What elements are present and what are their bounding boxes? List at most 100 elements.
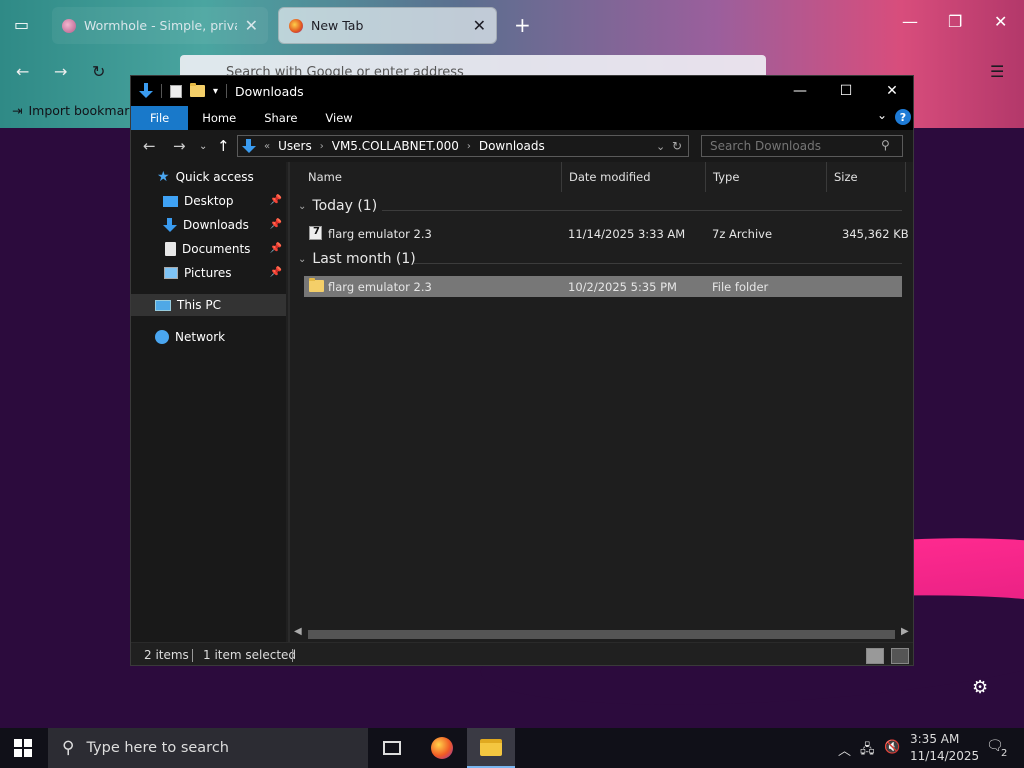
- separator: [161, 84, 162, 98]
- scrollbar-thumb[interactable]: [308, 630, 895, 639]
- address-dropdown-icon[interactable]: ⌄: [656, 140, 665, 153]
- browser-close-icon[interactable]: ✕: [994, 12, 1007, 31]
- file-date: 10/2/2025 5:35 PM: [568, 280, 677, 294]
- taskbar-search[interactable]: ⚲ Type here to search: [48, 728, 368, 768]
- file-type: File folder: [712, 280, 769, 294]
- network-icon: [155, 330, 169, 344]
- separator: [192, 649, 193, 662]
- windows-start-icon[interactable]: [14, 739, 32, 757]
- breadcrumb[interactable]: « Users › VM5.COLLABNET.000 › Downloads …: [237, 135, 689, 157]
- group-header-last-month[interactable]: ⌄ Last month (1): [298, 251, 416, 267]
- breadcrumb-user-folder[interactable]: VM5.COLLABNET.000: [332, 139, 459, 153]
- column-name[interactable]: Name: [300, 162, 562, 192]
- nav-network[interactable]: Network: [131, 326, 286, 348]
- large-icons-view-icon[interactable]: [891, 648, 909, 664]
- task-view-button[interactable]: [368, 728, 416, 768]
- chevron-right-icon[interactable]: ›: [467, 141, 471, 152]
- column-type[interactable]: Type: [705, 162, 827, 192]
- scroll-right-icon[interactable]: ▶: [901, 626, 909, 637]
- breadcrumb-overflow[interactable]: «: [264, 141, 270, 152]
- pin-icon[interactable]: 📌: [270, 267, 282, 278]
- file-row[interactable]: flarg emulator 2.3 11/14/2025 3:33 AM 7z…: [304, 223, 909, 244]
- tab-view[interactable]: View: [311, 106, 366, 130]
- pictures-icon: [164, 267, 178, 279]
- tab-title: New Tab: [311, 18, 364, 33]
- nav-label: Desktop: [184, 194, 234, 208]
- volume-muted-icon[interactable]: 🔇: [884, 740, 900, 755]
- back-icon[interactable]: ←: [16, 62, 29, 81]
- expand-ribbon-icon[interactable]: ⌄: [877, 108, 887, 122]
- properties-checkmark-icon[interactable]: [170, 84, 182, 98]
- back-icon[interactable]: ←: [143, 137, 156, 155]
- new-tab-plus-icon[interactable]: +: [514, 13, 531, 37]
- folder-icon: [309, 278, 324, 292]
- clock-date[interactable]: 11/14/2025: [910, 749, 979, 763]
- nav-pictures[interactable]: Pictures 📌: [131, 262, 286, 284]
- tab-title: Wormhole - Simple, private file: [84, 18, 237, 33]
- ribbon: File Home Share View ⌄ ?: [131, 106, 913, 130]
- firefox-favicon-icon: [289, 18, 303, 33]
- nav-quick-access[interactable]: ★ Quick access: [131, 166, 286, 188]
- file-row-selected[interactable]: flarg emulator 2.3 10/2/2025 5:35 PM Fil…: [304, 276, 902, 297]
- firefox-taskbar-button[interactable]: [418, 728, 466, 768]
- clock-time[interactable]: 3:35 AM: [910, 732, 959, 746]
- customize-toolbar-icon[interactable]: ▾: [213, 86, 218, 97]
- new-folder-icon[interactable]: [190, 83, 205, 97]
- task-view-icon: [383, 741, 401, 755]
- nav-label: Downloads: [183, 218, 249, 232]
- browser-tab-newtab[interactable]: New Tab ✕: [278, 7, 497, 44]
- browser-minimize-icon[interactable]: —: [902, 12, 918, 31]
- pin-icon[interactable]: 📌: [270, 243, 282, 254]
- nav-label: Quick access: [175, 170, 254, 184]
- explorer-titlebar: ▾ Downloads — ☐ ✕: [131, 76, 913, 106]
- refresh-icon[interactable]: ↻: [672, 139, 682, 153]
- 7z-archive-icon: [309, 226, 322, 240]
- pin-icon[interactable]: 📌: [270, 195, 282, 206]
- search-input[interactable]: [701, 135, 903, 157]
- details-view-icon[interactable]: [866, 648, 884, 664]
- column-date-modified[interactable]: Date modified: [561, 162, 706, 192]
- tab-share[interactable]: Share: [250, 106, 311, 130]
- column-headers: Name Date modified Type Size: [290, 162, 913, 192]
- settings-gear-icon[interactable]: ⚙: [972, 677, 988, 698]
- chevron-right-icon[interactable]: ›: [320, 141, 324, 152]
- column-size[interactable]: Size: [826, 162, 906, 192]
- close-tab-icon[interactable]: ✕: [245, 16, 258, 35]
- chevron-down-icon: ⌄: [298, 253, 307, 265]
- file-explorer-taskbar-button[interactable]: [467, 728, 515, 768]
- separator: [292, 649, 293, 662]
- import-icon: ⇥: [12, 103, 23, 118]
- nav-this-pc[interactable]: This PC: [131, 294, 286, 316]
- reload-icon[interactable]: ↻: [92, 62, 105, 81]
- browser-tab-wormhole[interactable]: Wormhole - Simple, private file ✕: [52, 7, 268, 44]
- horizontal-scrollbar[interactable]: ◀ ▶: [290, 626, 913, 642]
- scroll-left-icon[interactable]: ◀: [294, 626, 302, 637]
- nav-downloads[interactable]: Downloads 📌: [131, 214, 286, 236]
- pin-icon[interactable]: 📌: [270, 219, 282, 230]
- breadcrumb-downloads[interactable]: Downloads: [479, 139, 545, 153]
- tab-file[interactable]: File: [131, 106, 189, 130]
- nav-desktop[interactable]: Desktop 📌: [131, 190, 286, 212]
- breadcrumb-users[interactable]: Users: [278, 139, 312, 153]
- help-icon[interactable]: ?: [895, 109, 911, 125]
- quick-access-toolbar: ▾: [131, 83, 228, 99]
- star-icon: ★: [157, 169, 170, 185]
- maximize-icon[interactable]: ☐: [823, 76, 869, 106]
- group-header-today[interactable]: ⌄ Today (1): [298, 198, 377, 214]
- nav-label: Documents: [182, 242, 251, 256]
- show-hidden-icons-icon[interactable]: ︿: [838, 740, 851, 759]
- close-tab-icon[interactable]: ✕: [473, 16, 486, 35]
- nav-documents[interactable]: Documents 📌: [131, 238, 286, 260]
- minimize-icon[interactable]: —: [777, 76, 823, 106]
- menu-icon[interactable]: ☰: [990, 62, 1004, 81]
- network-status-icon[interactable]: 🖧: [860, 740, 875, 762]
- forward-icon[interactable]: →: [54, 62, 67, 81]
- recent-locations-icon[interactable]: ⌄: [199, 141, 207, 152]
- browser-maximize-icon[interactable]: ❐: [948, 12, 962, 31]
- navigation-pane: ★ Quick access Desktop 📌 Downloads 📌 Doc…: [131, 162, 286, 642]
- up-icon[interactable]: ↑: [217, 137, 230, 155]
- forward-icon[interactable]: →: [173, 137, 186, 155]
- close-icon[interactable]: ✕: [869, 76, 915, 106]
- tab-home[interactable]: Home: [188, 106, 250, 130]
- tab-overview-icon[interactable]: ▭: [14, 15, 29, 34]
